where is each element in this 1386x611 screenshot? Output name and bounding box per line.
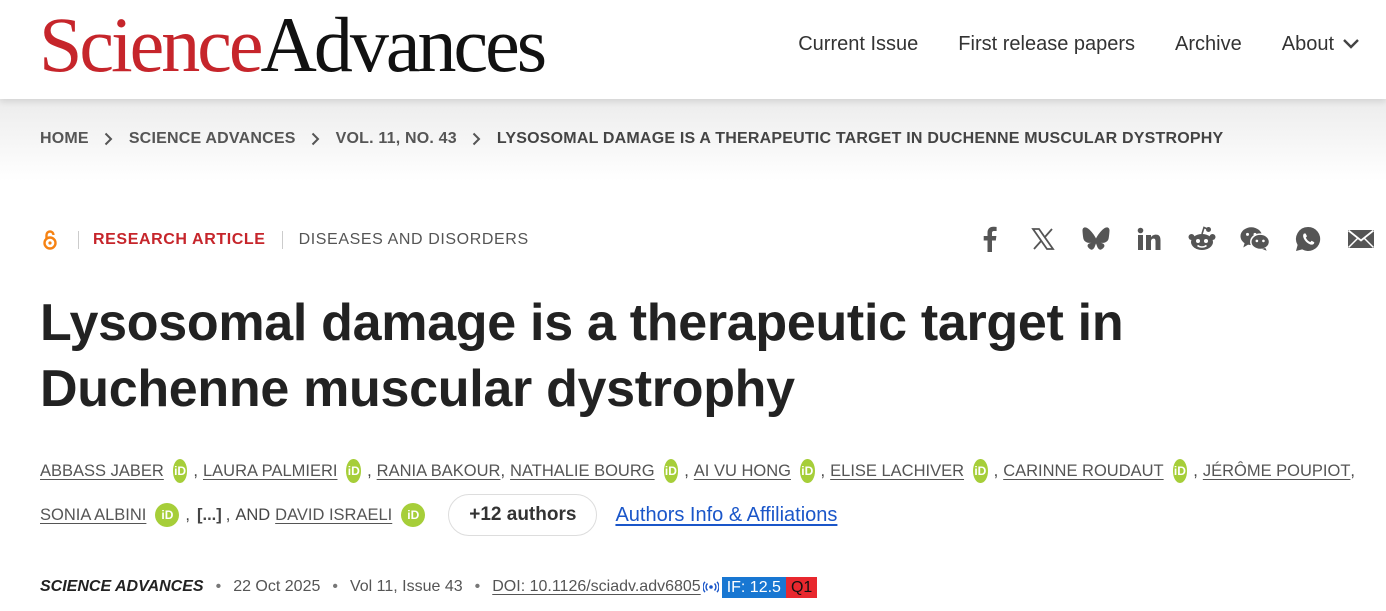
article-meta-line: RESEARCH ARTICLE DISEASES AND DISORDERS <box>40 228 529 252</box>
breadcrumb-journal[interactable]: SCIENCE ADVANCES <box>129 130 296 148</box>
author-link[interactable]: NATHALIE BOURG <box>510 456 655 486</box>
science-advances-logo[interactable]: ScienceAdvances <box>39 6 547 84</box>
logo-advances-text: Advances <box>260 1 548 88</box>
orcid-icon[interactable]: iD <box>663 459 679 483</box>
doi-link[interactable]: DOI: 10.1126/sciadv.adv6805 <box>492 578 700 596</box>
volume-issue: Vol 11, Issue 43 <box>349 578 463 595</box>
nav-first-release-papers[interactable]: First release papers <box>958 32 1135 56</box>
orcid-icon[interactable]: iD <box>346 459 362 483</box>
chevron-right-icon <box>472 132 481 146</box>
author-link[interactable]: ELISE LACHIVER <box>830 456 964 486</box>
divider <box>281 231 283 249</box>
article-type-label[interactable]: RESEARCH ARTICLE <box>93 231 266 249</box>
journal-name: SCIENCE ADVANCES <box>40 578 204 595</box>
article-title: Lysosomal damage is a therapeutic target… <box>40 294 1124 418</box>
orcid-icon[interactable]: iD <box>155 503 180 527</box>
publication-date: 22 Oct 2025 <box>233 578 321 595</box>
nav-about-label: About <box>1281 33 1334 55</box>
breadcrumb-home[interactable]: HOME <box>40 130 89 148</box>
authors-affiliations-link[interactable]: Authors Info & Affiliations <box>615 500 837 530</box>
orcid-icon[interactable]: iD <box>799 459 815 483</box>
subject-label[interactable]: DISEASES AND DISORDERS <box>299 231 529 249</box>
share-toolbar <box>952 224 1376 254</box>
main-nav: Current Issue First release papers Archi… <box>758 32 1360 56</box>
author-link[interactable]: RANIA BAKOUR <box>377 456 501 486</box>
more-authors-button[interactable]: +12 authors <box>448 494 598 536</box>
publication-info: SCIENCE ADVANCES • 22 Oct 2025 • Vol 11,… <box>40 575 818 599</box>
authors-ellipsis: [...] <box>196 506 222 524</box>
breadcrumb-current-article: LYSOSOMAL DAMAGE IS A THERAPEUTIC TARGET… <box>496 130 1224 147</box>
separator-dot: • <box>332 578 338 595</box>
chevron-down-icon <box>1343 39 1359 49</box>
author-link[interactable]: JÉRÔME POUPIOT <box>1203 456 1351 486</box>
author-link[interactable]: LAURA PALMIERI <box>203 456 338 486</box>
author-list: ABBASS JABER iD, LAURA PALMIERI iD, RANI… <box>40 456 1360 536</box>
whatsapp-icon[interactable] <box>1293 224 1323 254</box>
wechat-icon[interactable] <box>1240 224 1270 254</box>
reddit-icon[interactable] <box>1187 224 1217 254</box>
nav-current-issue[interactable]: Current Issue <box>798 32 918 56</box>
nav-about[interactable]: About <box>1282 32 1360 56</box>
facebook-icon[interactable] <box>975 224 1005 254</box>
linkedin-icon[interactable] <box>1134 224 1164 254</box>
logo-science-text: Science <box>39 1 264 88</box>
separator-dot: • <box>215 578 222 595</box>
broadcast-icon <box>702 581 719 593</box>
quartile-badge: Q1 <box>785 576 818 598</box>
author-link[interactable]: AI VU HONG <box>694 456 791 486</box>
open-access-icon <box>43 230 57 250</box>
orcid-icon[interactable]: iD <box>172 459 188 483</box>
author-link[interactable]: CARINNE ROUDAUT <box>1003 456 1163 486</box>
breadcrumb-issue[interactable]: VOL. 11, NO. 43 <box>336 130 457 148</box>
orcid-icon[interactable]: iD <box>1172 459 1188 483</box>
orcid-icon[interactable]: iD <box>401 503 426 527</box>
email-icon[interactable] <box>1346 224 1376 254</box>
author-link[interactable]: ABBASS JABER <box>40 456 164 486</box>
separator-dot: • <box>474 578 481 595</box>
site-header: ScienceAdvances Current Issue First rele… <box>0 0 1386 99</box>
nav-archive[interactable]: Archive <box>1175 32 1242 56</box>
author-link[interactable]: SONIA ALBINI <box>40 500 146 530</box>
authors-and: AND <box>235 506 271 524</box>
x-icon[interactable] <box>1028 224 1058 254</box>
divider <box>78 231 79 249</box>
breadcrumb: HOME SCIENCE ADVANCES VOL. 11, NO. 43 LY… <box>40 130 1223 148</box>
orcid-icon[interactable]: iD <box>973 459 988 483</box>
chevron-right-icon <box>311 132 320 146</box>
bluesky-icon[interactable] <box>1081 224 1111 254</box>
author-link[interactable]: DAVID ISRAELI <box>275 500 392 530</box>
chevron-right-icon <box>104 132 113 146</box>
impact-factor-badge: IF: 12.5 <box>721 576 786 598</box>
author-row: ABBASS JABER iD, LAURA PALMIERI iD, RANI… <box>40 456 1360 486</box>
author-row: SONIA ALBINI iD, [...], AND DAVID ISRAEL… <box>40 494 1360 536</box>
